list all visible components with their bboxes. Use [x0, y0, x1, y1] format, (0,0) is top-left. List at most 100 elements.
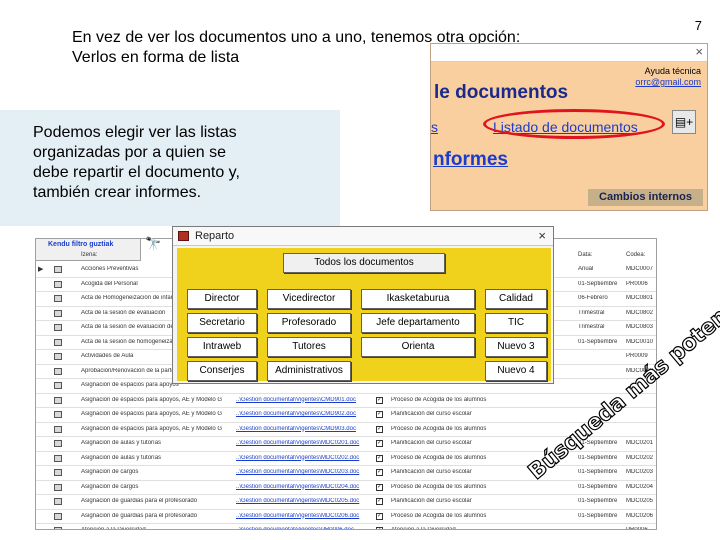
todos-documentos-button[interactable]: Todos los documentos	[283, 253, 445, 273]
cell-process: Proceso de Acogida de los alumnos	[391, 425, 487, 432]
row-selector[interactable]	[54, 309, 62, 317]
cell-document-link[interactable]: ..\Gestion documental\Vigentes\PR0006.do…	[236, 527, 366, 529]
cell-document-link[interactable]: ..\Gestion documental\Vigentes\MDC0201.d…	[236, 440, 366, 446]
highlight-oval	[483, 109, 665, 139]
cell-document-link[interactable]: ..\Gestion documental\Vigentes\MDC0202.d…	[236, 455, 366, 461]
administrativos-button[interactable]: Administrativos	[267, 361, 351, 381]
cell-name: Asignación de cargos	[81, 483, 139, 490]
cell-document-link[interactable]: ..\Gestion documental\Vigentes\MDC0205.d…	[236, 498, 366, 504]
calidad-button[interactable]: Calidad	[485, 289, 547, 309]
documents-link-partial[interactable]: s	[431, 119, 438, 135]
nuevo3-button[interactable]: Nuevo 3	[485, 337, 547, 357]
remove-filters-button[interactable]: Kendu filtro guztiak	[48, 241, 113, 248]
table-row[interactable]: Asignación de cargos ..\Gestion documenta…	[36, 481, 656, 495]
row-selector[interactable]	[54, 454, 62, 462]
director-button[interactable]: Director	[187, 289, 257, 309]
table-row[interactable]: Asignación de cargos ..\Gestion documenta…	[36, 466, 656, 481]
cell-document-link[interactable]: ..\Gestion documental\Vigentes\CMD903.do…	[236, 426, 366, 432]
close-icon[interactable]: ×	[695, 44, 703, 59]
cell-document-link[interactable]: ..\Gestion documental\Vigentes\CMD902.do…	[236, 411, 366, 417]
cell-process: Proceso de Acogida de los alumnos	[391, 396, 487, 403]
row-selector[interactable]	[54, 527, 62, 529]
row-checkbox[interactable]: ✓	[376, 396, 383, 404]
tic-button[interactable]: TIC	[485, 313, 547, 333]
close-icon[interactable]: ×	[538, 228, 546, 243]
informes-link[interactable]: nformes	[433, 149, 508, 171]
row-selector[interactable]	[54, 382, 62, 389]
row-checkbox[interactable]: ✓	[376, 411, 383, 418]
row-selector[interactable]	[54, 469, 62, 476]
row-selector[interactable]	[54, 440, 62, 447]
intraweb-button[interactable]: Intraweb	[187, 337, 257, 357]
row-selector[interactable]	[54, 280, 62, 288]
orienta-button[interactable]: Orienta	[361, 337, 475, 357]
profesorado-button[interactable]: Profesorado	[267, 313, 351, 333]
table-row[interactable]: Atención a la Diversidad ..\Gestion docum…	[36, 524, 656, 530]
row-selector[interactable]	[54, 425, 62, 433]
row-selector[interactable]	[54, 324, 62, 331]
row-selector[interactable]	[54, 396, 62, 404]
cell-name: Asignación de aulas y tutorías	[81, 454, 162, 461]
app-title: le documentos	[434, 82, 569, 103]
row-selector[interactable]	[54, 367, 62, 375]
table-row[interactable]: Asignación de espacios para apoyos, AE y…	[36, 394, 656, 408]
row-selector[interactable]	[54, 512, 62, 520]
row-checkbox[interactable]: ✓	[376, 527, 383, 529]
secretario-button[interactable]: Secretario	[187, 313, 257, 333]
vicedirector-button[interactable]: Vicedirector	[267, 289, 351, 309]
row-checkbox[interactable]: ✓	[376, 440, 383, 447]
row-checkbox[interactable]: ✓	[376, 425, 383, 433]
ikasketaburua-button[interactable]: Ikasketaburua	[361, 289, 475, 309]
row-checkbox[interactable]: ✓	[376, 454, 383, 462]
header-date: Data:	[578, 252, 593, 258]
cell-code: PR0006	[626, 280, 648, 287]
cell-date: 01-Septiembre	[578, 512, 618, 519]
cell-name: Asignación de aulas y tutorías	[81, 440, 162, 446]
cell-process: Proceso de Acogida de los alumnos	[391, 512, 487, 519]
table-row[interactable]: Asignación de guardias para el profesora…	[36, 510, 656, 524]
row-checkbox[interactable]: ✓	[376, 498, 383, 505]
documents-app-window: × Ayuda técnica orrc@gmail.com le docume…	[430, 43, 708, 211]
cambios-internos-button[interactable]: Cambios internos	[588, 189, 703, 206]
header-code: Codea:	[626, 252, 646, 258]
table-row[interactable]: Asignación de espacios para apoyos, AE y…	[36, 408, 656, 423]
row-selector[interactable]	[54, 338, 62, 346]
conserjes-button[interactable]: Conserjes	[187, 361, 257, 381]
cell-name: Asignación de guardias para el profesora…	[81, 498, 198, 504]
help-email-link[interactable]: orrc@gmail.com	[635, 77, 701, 88]
cell-date: 01-Septiembre	[578, 498, 618, 504]
nuevo4-button[interactable]: Nuevo 4	[485, 361, 547, 381]
cell-document-link[interactable]: ..\Gestion documental\Vigentes\MDC0203.d…	[236, 469, 366, 475]
cell-name: Asignación de espacios para apoyos, AE y…	[81, 425, 223, 432]
cell-date: 01-Septiembre	[578, 483, 618, 490]
cell-document-link[interactable]: ..\Gestion documental\Vigentes\MDC0204.d…	[236, 484, 366, 490]
row-selector[interactable]	[54, 295, 62, 302]
tutores-button[interactable]: Tutores	[267, 337, 351, 357]
cell-date: 01-Septiembre	[578, 454, 618, 461]
cell-code: MDC0802	[626, 309, 654, 316]
cell-document-link[interactable]: ..\Gestion documental\Vigentes\CMD901.do…	[236, 397, 366, 403]
row-selector[interactable]	[54, 498, 62, 505]
cell-code: MDC0007	[626, 266, 654, 272]
row-checkbox[interactable]: ✓	[376, 483, 383, 491]
cell-document-link[interactable]: ..\Gestion documental\Vigentes\MDC0206.d…	[236, 513, 366, 519]
cell-date: 06-Febrero	[578, 295, 608, 301]
cell-code: PR0006	[626, 527, 648, 530]
cell-name: Asignación de cargos	[81, 469, 139, 475]
jefe-departamento-button[interactable]: Jefe departamento	[361, 313, 475, 333]
row-checkbox[interactable]: ✓	[376, 469, 383, 476]
row-checkbox[interactable]: ✓	[376, 512, 383, 520]
help-label: Ayuda técnica	[644, 66, 701, 76]
row-selector[interactable]	[54, 266, 62, 273]
row-selector[interactable]	[54, 411, 62, 418]
row-selector[interactable]	[54, 353, 62, 360]
cell-process: Planificación del curso escolar	[391, 411, 472, 417]
table-row[interactable]: Asignación de guardias para el profesora…	[36, 495, 656, 510]
cell-name: Asignación de espacios para apoyos, AE y…	[81, 396, 223, 403]
row-selector[interactable]	[54, 483, 62, 491]
binoculars-icon[interactable]: 🔭	[145, 236, 161, 252]
reparto-dialog: Reparto × Todos los documentos Director …	[172, 226, 554, 384]
open-list-button[interactable]: ▤+	[672, 110, 696, 134]
current-row-indicator-icon: ▶	[38, 266, 44, 273]
dialog-body: Todos los documentos Director Vicedirect…	[177, 248, 551, 381]
